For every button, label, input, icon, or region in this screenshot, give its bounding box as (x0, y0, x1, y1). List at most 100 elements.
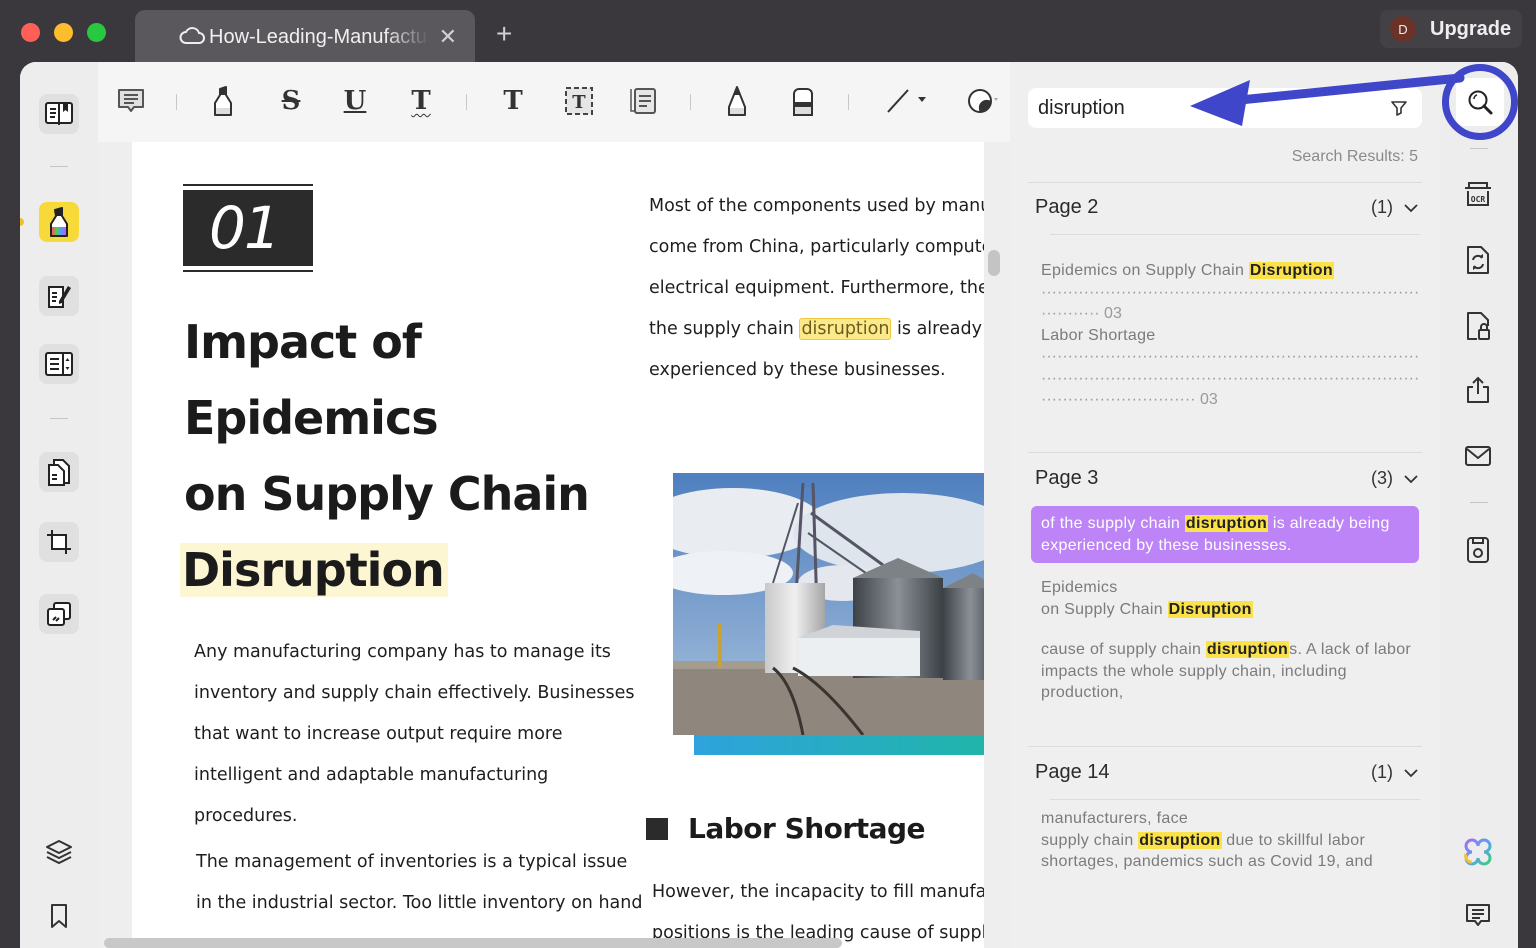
chevron-down-icon[interactable] (1403, 474, 1419, 484)
sidebar-item-crop[interactable] (39, 522, 79, 562)
text-callout-tool[interactable] (626, 84, 660, 118)
badge-rule-top (183, 184, 313, 186)
title-line: on Supply Chain (184, 467, 590, 521)
ai-assistant-icon (1464, 838, 1492, 866)
section-number: 01 (183, 190, 313, 266)
sidebar-divider (50, 418, 68, 419)
search-match-highlight[interactable]: disruption (799, 318, 892, 340)
share-button[interactable] (1458, 370, 1498, 410)
snippet-text: on Supply Chain (1041, 600, 1168, 618)
email-button[interactable] (1458, 436, 1498, 476)
snippet-dots: ········································… (1041, 283, 1419, 301)
bookmark-button[interactable] (39, 896, 79, 936)
pencil-icon (728, 86, 746, 116)
squiggly-tool[interactable]: T (404, 84, 438, 118)
comments-panel-button[interactable] (1458, 896, 1498, 936)
convert-button[interactable] (1458, 240, 1498, 280)
new-tab-button[interactable]: + (496, 18, 512, 50)
title-line: Impact of (184, 315, 422, 369)
snippet-match: Disruption (1167, 600, 1253, 618)
document-viewer[interactable]: 01 Impact of Epidemics on Supply Chain D… (98, 142, 1010, 948)
result-count-text: (3) (1371, 468, 1393, 488)
layers-icon (46, 840, 72, 865)
paragraph-right-2: However, the incapacity to fill manufact… (652, 872, 984, 948)
search-result-item-selected[interactable]: of the supply chain disruption is alread… (1031, 506, 1419, 563)
document-tab[interactable]: How-Leading-Manufacturers ✕ (135, 10, 475, 64)
strikethrough-tool[interactable]: S (274, 84, 308, 118)
highlight-tool[interactable] (206, 84, 240, 118)
sidebar-item-comment[interactable] (39, 202, 79, 242)
result-page-label: Page 2 (1035, 196, 1099, 218)
toolbar-divider (466, 94, 467, 110)
save-button[interactable] (1458, 530, 1498, 570)
result-count: (3) (1371, 468, 1419, 489)
text-fragment: the supply chain (649, 319, 800, 339)
search-results-count: Search Results: 5 (1291, 148, 1418, 165)
upgrade-label: Upgrade (1430, 17, 1512, 40)
tab-title: How-Leading-Manufacturers (209, 25, 429, 48)
sticker-tool[interactable] (966, 84, 1000, 118)
underline-tool[interactable]: U (338, 84, 372, 118)
close-window-button[interactable] (21, 23, 40, 42)
result-group-header[interactable]: Page 14 (1) (1035, 761, 1419, 784)
layers-button[interactable] (39, 832, 79, 872)
highlighter-icon (50, 207, 68, 237)
edit-icon (48, 286, 71, 308)
search-result-item[interactable]: Epidemics on Supply Chain Disruption ···… (1041, 260, 1419, 411)
eraser-tool[interactable] (786, 84, 820, 118)
snippet-dots: ········································… (1041, 369, 1419, 387)
title-bar: How-Leading-Manufacturers ✕ + D Upgrade (0, 0, 1536, 64)
comment-icon (118, 89, 144, 112)
snippet-text: cause of supply chain (1041, 641, 1206, 658)
divider (1028, 746, 1422, 747)
comment-tool[interactable] (114, 84, 148, 118)
sidebar-item-organize[interactable] (39, 452, 79, 492)
chevron-down-icon[interactable] (1403, 768, 1419, 778)
ai-assistant-button[interactable] (1458, 832, 1498, 872)
snippet-match: disruption (1138, 831, 1222, 849)
search-result-item[interactable]: Epidemics on Supply Chain Disruption (1041, 577, 1419, 620)
upgrade-button[interactable]: D Upgrade (1380, 10, 1522, 48)
result-group-header[interactable]: Page 2 (1) (1035, 196, 1419, 219)
search-result-item[interactable]: manufacturers, face supply chain disrupti… (1041, 808, 1419, 873)
sidebar-divider (1470, 148, 1488, 149)
chevron-down-icon[interactable] (1403, 203, 1419, 213)
text-box-tool[interactable]: T (562, 84, 596, 118)
title-highlighted-word: Disruption (180, 543, 448, 597)
sidebar-item-edit[interactable] (39, 276, 79, 316)
horizontal-scrollbar[interactable] (104, 938, 842, 948)
silo-image (673, 473, 984, 735)
divider (1028, 182, 1422, 183)
text-callout-icon (630, 88, 656, 114)
snippet-text: of the supply chain (1041, 515, 1185, 532)
snippet-text: Epidemics on Supply Chain (1041, 262, 1249, 279)
maximize-window-button[interactable] (87, 23, 106, 42)
pencil-tool[interactable] (720, 84, 754, 118)
highlighter-icon (214, 86, 232, 116)
save-icon (1467, 537, 1489, 563)
protect-button[interactable] (1458, 306, 1498, 346)
crop-icon (47, 530, 71, 554)
result-group-header[interactable]: Page 3 (3) (1035, 467, 1419, 490)
sidebar-item-reader[interactable] (39, 94, 79, 134)
watermark-icon (47, 602, 71, 626)
vertical-scrollbar[interactable] (988, 250, 1000, 276)
sidebar-item-form[interactable] (39, 344, 79, 384)
shape-tool[interactable] (884, 84, 934, 118)
tab-close-icon[interactable]: ✕ (439, 24, 457, 50)
result-page-label: Page 14 (1035, 761, 1110, 783)
form-icon (45, 352, 73, 376)
right-sidebar: OCR (1440, 62, 1518, 948)
eraser-icon (793, 88, 813, 116)
mail-icon (1465, 446, 1491, 466)
result-count-text: (1) (1371, 197, 1393, 217)
text-line: However, the incapacity to fill manufact… (652, 882, 984, 902)
sidebar-item-watermark[interactable] (39, 594, 79, 634)
text-line: electrical equipment. Furthermore, the i… (649, 278, 984, 298)
section-number-badge: 01 (183, 184, 313, 272)
text-tool[interactable]: T (496, 84, 530, 118)
search-result-item[interactable]: cause of supply chain disruptions. A lac… (1041, 639, 1419, 704)
snippet-match: Disruption (1248, 262, 1334, 279)
minimize-window-button[interactable] (54, 23, 73, 42)
ocr-button[interactable]: OCR (1458, 174, 1498, 214)
